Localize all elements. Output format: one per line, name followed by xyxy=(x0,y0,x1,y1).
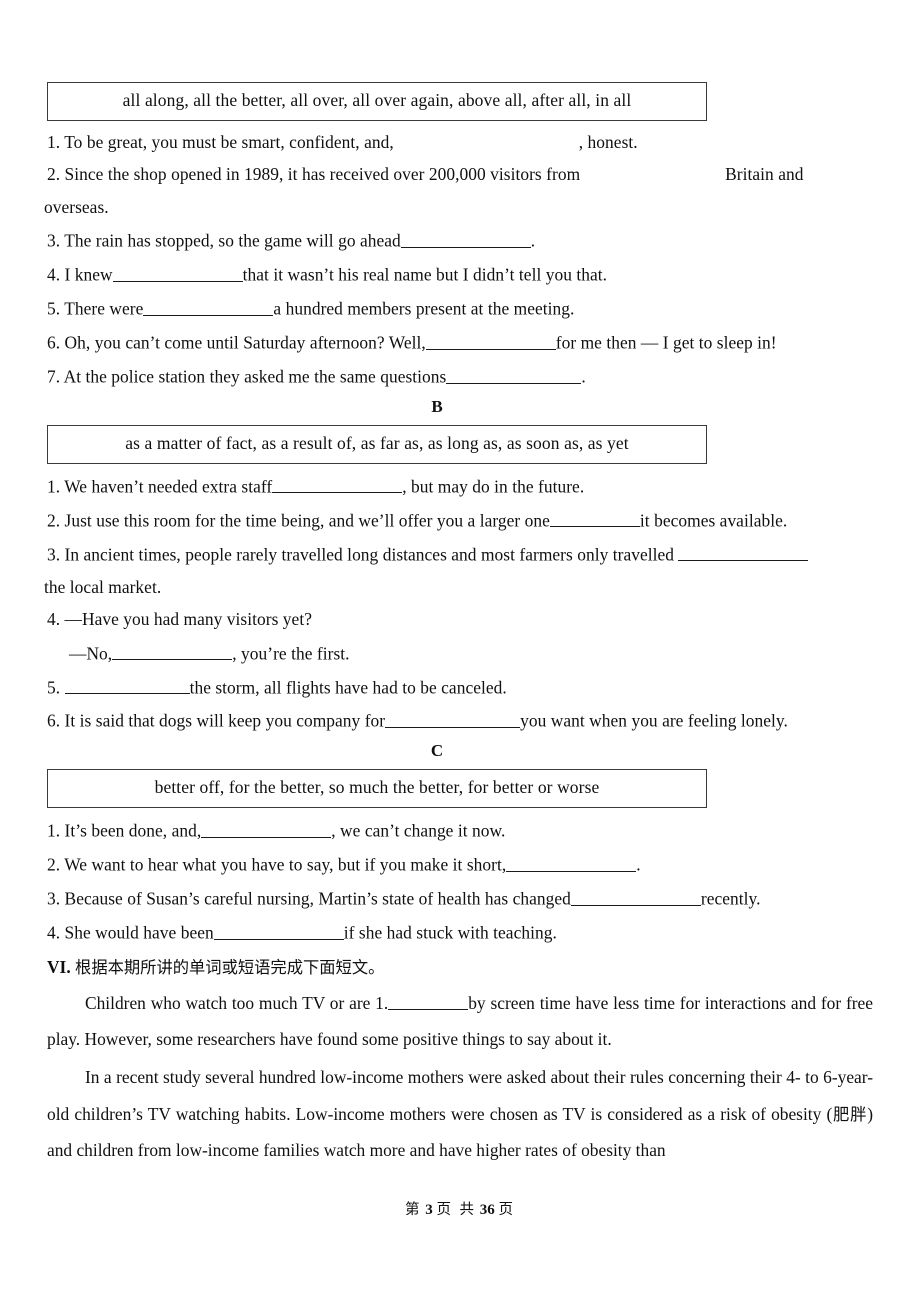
footer-middle: 页 共 xyxy=(436,1202,477,1218)
exercise-a-item-2-continuation: overseas. xyxy=(44,196,109,217)
exercise-b-item-2: 2. Just use this room for the time being… xyxy=(47,510,873,530)
exercise-b-item-1-pre: 1. We haven’t needed extra staff xyxy=(47,476,273,497)
exercise-b-item-1: 1. We haven’t needed extra staff , but ma… xyxy=(47,476,873,496)
exercise-a-item-2-post: Britain and xyxy=(725,164,804,185)
exercise-c-item-3-pre: 3. Because of Susan’s careful nursing, M… xyxy=(47,888,571,909)
passage-p2-gloss: 肥胖 xyxy=(832,1104,868,1124)
exercise-b-item-1-post: , but may do in the future. xyxy=(402,476,585,497)
footer-page-number: 3 xyxy=(425,1202,433,1218)
exercise-b-item-4-answer: —No, , you’re the first. xyxy=(69,643,873,663)
exercise-a-item-1-post: , honest. xyxy=(578,131,638,152)
exercise-b-item-5-blank[interactable] xyxy=(64,677,190,695)
wordbank-a: all along, all the better, all over, all… xyxy=(47,82,707,121)
exercise-a-item-5-post: a hundred members present at the meeting… xyxy=(273,298,575,319)
section-six-numeral: VI. xyxy=(47,957,71,978)
exercise-b-item-3-pre: 3. In ancient times, people rarely trave… xyxy=(47,544,675,565)
exercise-b-item-3-continuation: the local market. xyxy=(44,576,162,597)
page-content: all along, all the better, all over, all… xyxy=(44,82,873,1168)
exercise-b-item-4-blank[interactable] xyxy=(112,643,233,661)
exercise-a-item-7-pre: 7. At the police station they asked me t… xyxy=(47,366,447,387)
exercise-b-item-1-blank[interactable] xyxy=(272,476,403,494)
exercise-b-item-6-post: you want when you are feeling lonely. xyxy=(520,710,788,731)
exercise-b-item-4-answer-post: , you’re the first. xyxy=(232,643,350,664)
exercise-c-item-1-post: , we can’t change it now. xyxy=(331,820,506,841)
exercise-c-item-1-pre: 1. It’s been done, and, xyxy=(47,820,202,841)
exercise-c-item-3-post: recently. xyxy=(700,888,761,909)
exercise-a-item-5-pre: 5. There were xyxy=(47,298,144,319)
exercise-a-item-5-blank[interactable] xyxy=(143,298,274,316)
exercise-a-item-4-blank[interactable] xyxy=(112,264,243,282)
exercise-c-item-4-post: if she had stuck with teaching. xyxy=(343,922,557,943)
exercise-a-item-2-pre: 2. Since the shop opened in 1989, it has… xyxy=(47,164,581,185)
exercise-a-item-4-post: that it wasn’t his real name but I didn’… xyxy=(242,264,608,285)
exercise-b-item-6-pre: 6. It is said that dogs will keep you co… xyxy=(47,710,386,731)
exercise-b-item-4-answer-pre: —No, xyxy=(69,643,113,664)
exercise-b-item-2-blank[interactable] xyxy=(549,510,640,528)
exercise-c-item-4: 4. She would have been if she had stuck w… xyxy=(47,922,873,942)
exercise-a-item-7: 7. At the police station they asked me t… xyxy=(47,366,873,386)
exercise-a-item-6-pre: 6. Oh, you can’t come until Saturday aft… xyxy=(47,332,426,353)
exercise-b-item-4: 4. —Have you had many visitors yet? —No,… xyxy=(47,610,873,662)
exercise-a-item-6: 6. Oh, you can’t come until Saturday aft… xyxy=(47,332,873,352)
exercise-a-item-6-post: for me then — I get to sleep in! xyxy=(555,332,777,353)
passage-paragraph-2: In a recent study several hundred low-in… xyxy=(47,1059,873,1168)
exercise-c-item-4-pre: 4. She would have been xyxy=(47,922,214,943)
exercise-a-item-6-blank[interactable] xyxy=(425,332,556,350)
passage-blank-1[interactable] xyxy=(388,992,469,1010)
exercise-a-item-5: 5. There were a hundred members present a… xyxy=(47,298,873,318)
exercise-c-item-1-blank[interactable] xyxy=(201,820,332,838)
section-letter-b: B xyxy=(431,396,443,416)
exercise-b-item-3-blank[interactable] xyxy=(678,544,809,562)
exercise-a-item-7-post: . xyxy=(581,366,586,387)
wordbank-b: as a matter of fact, as a result of, as … xyxy=(47,424,707,464)
exercise-c-item-2-pre: 2. We want to hear what you have to say,… xyxy=(47,854,507,875)
exercise-c-item-2: 2. We want to hear what you have to say,… xyxy=(47,854,873,874)
exercise-a-item-3-blank[interactable] xyxy=(400,230,531,248)
exercise-b-item-2-pre: 2. Just use this room for the time being… xyxy=(47,510,550,531)
exercise-c-item-3: 3. Because of Susan’s careful nursing, M… xyxy=(47,888,873,908)
exercise-b-item-5-post: the storm, all flights have had to be ca… xyxy=(189,677,507,698)
exercise-b-item-5-pre: 5. xyxy=(47,677,61,698)
exercise-a-item-2: 2. Since the shop opened in 1989, it has… xyxy=(44,164,873,217)
exercise-c-item-2-post: . xyxy=(636,854,641,875)
exercise-a-item-4-pre: 4. I knew xyxy=(47,264,113,285)
exercise-a-item-3: 3. The rain has stopped, so the game wil… xyxy=(47,230,873,250)
section-six-instruction: 根据本期所讲的单词或短语完成下面短文。 xyxy=(75,958,385,978)
exercise-b-item-4-question: 4. —Have you had many visitors yet? xyxy=(47,609,312,630)
exercise-c-item-3-blank[interactable] xyxy=(570,888,701,906)
exercise-b-item-5: 5. the storm, all flights have had to be… xyxy=(47,677,873,697)
footer-total-pages: 36 xyxy=(479,1202,495,1218)
exercise-a-item-3-post: . xyxy=(530,230,536,251)
exercise-a-item-3-pre: 3. The rain has stopped, so the game wil… xyxy=(47,230,401,251)
passage-p2-a: In a recent study several hundred low-in… xyxy=(47,1067,873,1124)
page-footer: 第 3 页 共 36 页 xyxy=(0,1198,920,1219)
exercise-b-item-2-post: it becomes available. xyxy=(639,510,788,531)
exercise-c-item-4-blank[interactable] xyxy=(213,922,344,940)
worksheet-page: all along, all the better, all over, all… xyxy=(0,0,920,1301)
exercise-a-item-1-pre: 1. To be great, you must be smart, confi… xyxy=(47,131,394,152)
exercise-c-item-2-blank[interactable] xyxy=(506,854,637,872)
exercise-a-item-4: 4. I knew that it wasn’t his real name bu… xyxy=(47,264,873,284)
footer-suffix: 页 xyxy=(498,1202,516,1218)
exercise-b-item-6-blank[interactable] xyxy=(385,710,521,728)
exercise-a-item-7-blank[interactable] xyxy=(446,366,582,384)
exercise-a-item-1: 1. To be great, you must be smart, confi… xyxy=(47,133,873,151)
exercise-b-item-3: 3. In ancient times, people rarely trave… xyxy=(44,544,873,597)
passage-p1-pre: Children who watch too much TV or are 1. xyxy=(85,992,389,1013)
exercise-b-item-6: 6. It is said that dogs will keep you co… xyxy=(47,710,873,730)
passage-paragraph-1: Children who watch too much TV or are 1.… xyxy=(47,985,873,1058)
section-letter-c: C xyxy=(430,741,444,761)
wordbank-c: better off, for the better, so much the … xyxy=(47,769,707,809)
section-six-heading: VI. 根据本期所讲的单词或短语完成下面短文。 xyxy=(47,958,873,976)
exercise-c-item-1: 1. It’s been done, and, , we can’t change… xyxy=(47,820,873,840)
footer-prefix: 第 xyxy=(404,1202,422,1218)
